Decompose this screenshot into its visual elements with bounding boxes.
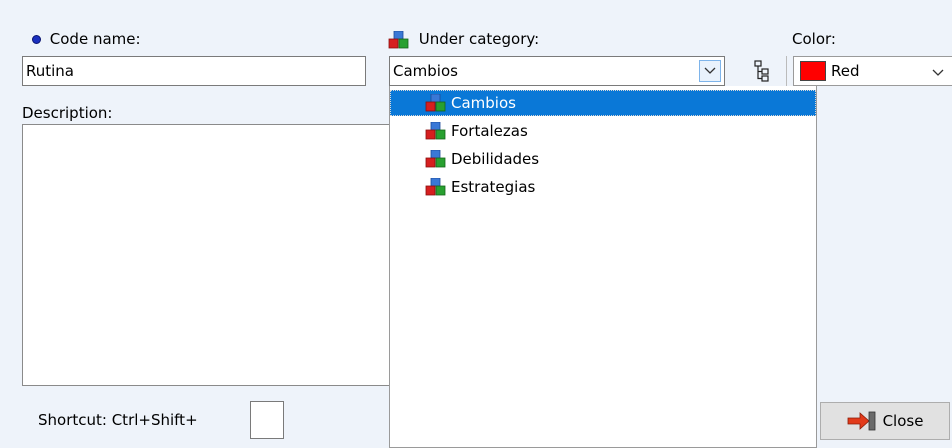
category-cubes-icon [425,94,446,112]
color-label: Color: [792,30,836,48]
category-dropdown-button[interactable] [699,60,721,82]
shortcut-key-input[interactable] [250,401,284,439]
chevron-down-icon [932,69,944,76]
exit-arrow-icon [847,411,875,431]
code-bullet-icon [32,35,41,44]
category-combobox[interactable]: Cambios [389,56,725,86]
category-option-debilidades[interactable]: Debilidades [425,146,816,172]
color-combobox[interactable]: Red [793,56,952,86]
category-dropdown-list[interactable]: Cambios Fortalezas Debilidades Estrategi… [389,86,817,448]
category-cubes-icon [388,30,409,48]
category-cubes-icon [425,178,446,196]
category-option-fortalezas[interactable]: Fortalezas [425,118,816,144]
close-button[interactable]: Close [820,402,950,440]
close-button-label: Close [882,412,924,430]
shortcut-label: Shortcut: Ctrl+Shift+ [38,411,198,429]
code-name-input[interactable]: Rutina [22,56,366,86]
color-value: Red [831,62,860,80]
under-category-label: Under category: [388,30,539,49]
category-option-cambios[interactable]: Cambios [390,90,816,116]
chevron-down-icon [704,67,716,74]
category-tree-button[interactable] [749,58,775,84]
description-label: Description: [22,104,113,122]
category-selected-value: Cambios [393,62,458,80]
category-option-estrategias[interactable]: Estrategias [425,174,816,200]
description-textarea[interactable] [22,124,390,386]
category-cubes-icon [425,122,446,140]
hierarchy-icon [754,60,769,82]
code-name-label: Code name: [32,30,141,48]
toolbar-separator [786,56,787,86]
category-cubes-icon [425,150,446,168]
color-swatch [800,61,826,81]
